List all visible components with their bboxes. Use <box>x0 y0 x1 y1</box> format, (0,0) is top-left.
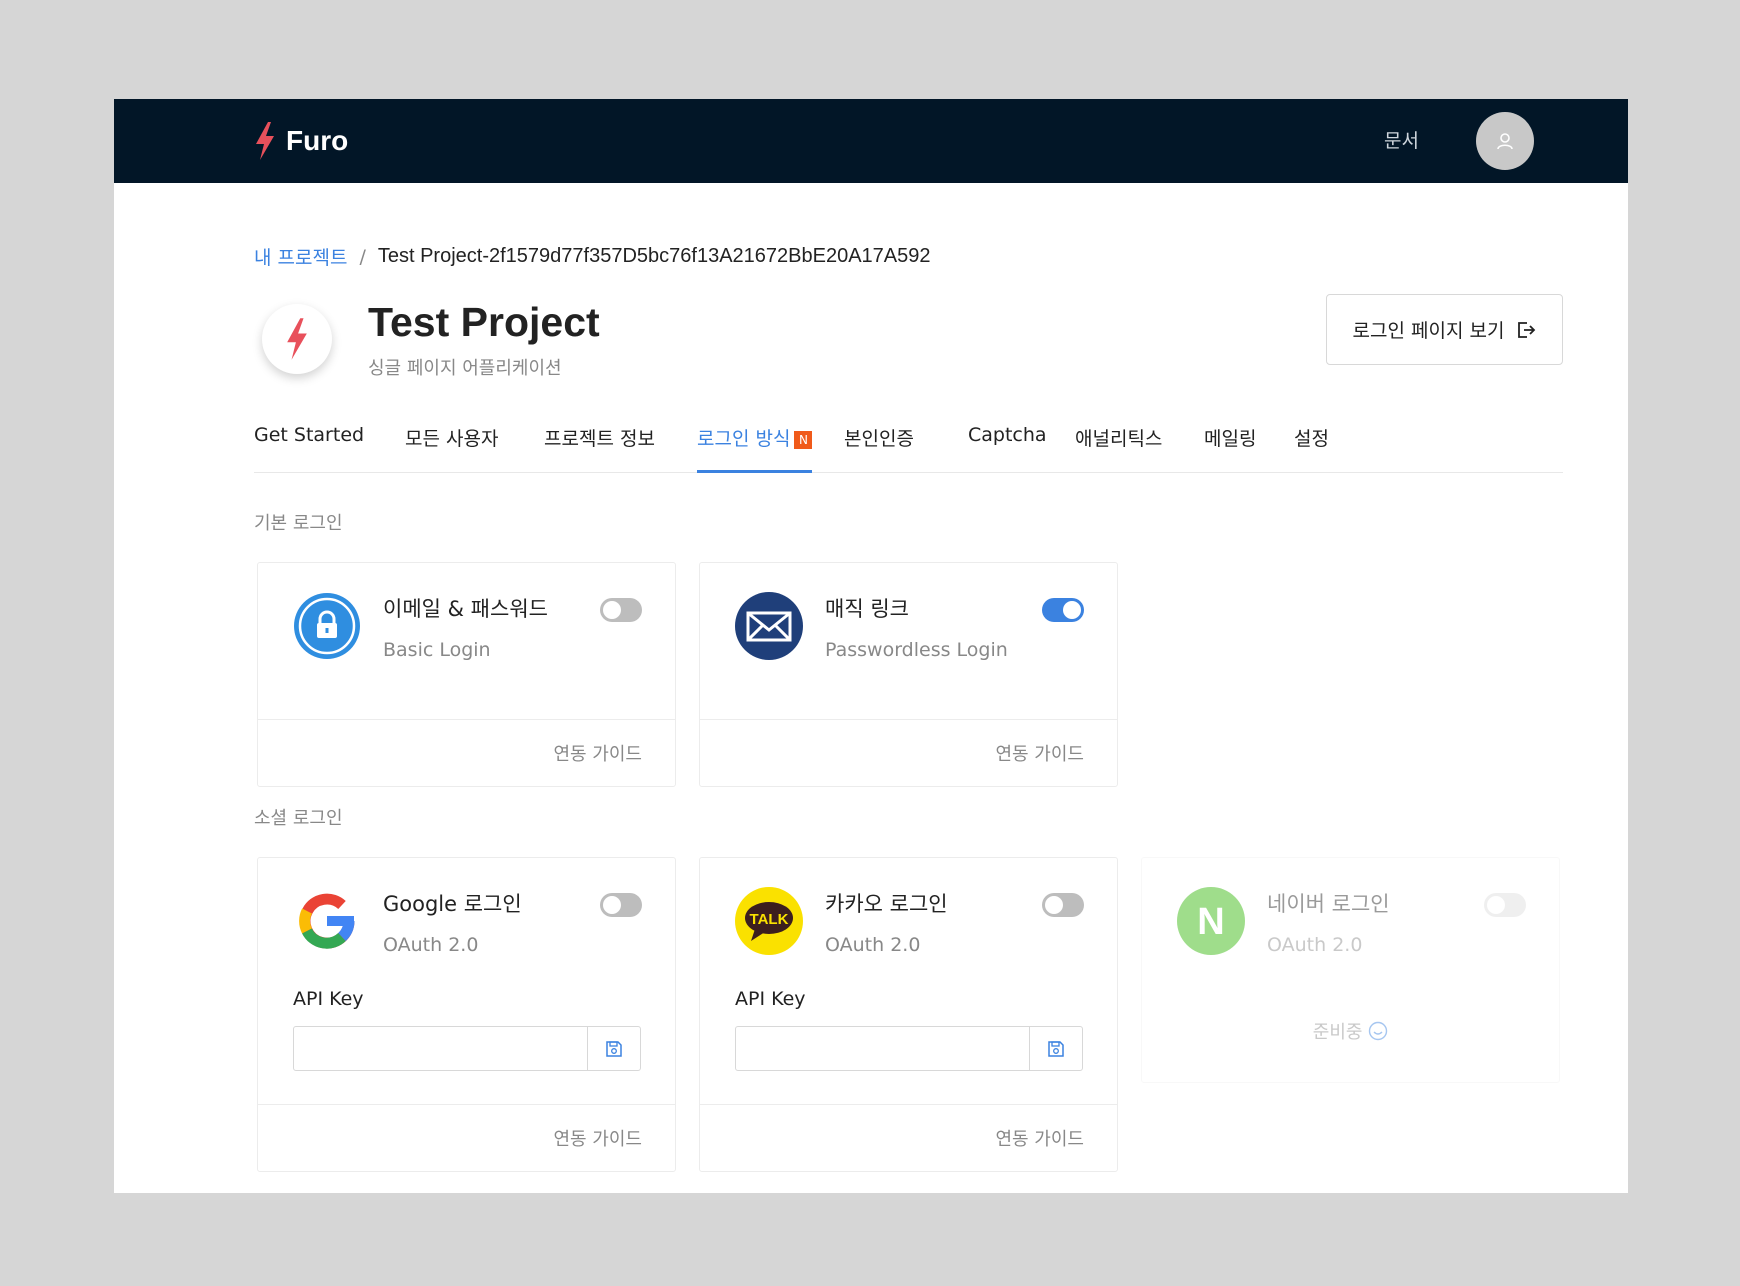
card-title: 이메일 & 패스워드 <box>383 597 548 621</box>
card-title: Google 로그인 <box>383 892 522 916</box>
smile-icon <box>1369 1021 1388 1041</box>
tab-get-started[interactable]: Get Started <box>254 424 364 473</box>
card-subtitle: Passwordless Login <box>825 639 1008 661</box>
tab-captcha[interactable]: Captcha <box>968 424 1047 473</box>
login-card-google: Google 로그인 OAuth 2.0 API Key 연동 가이드 <box>257 857 676 1172</box>
project-title: Test Project <box>368 299 600 345</box>
top-navbar: Furo 문서 <box>114 99 1628 183</box>
google-icon <box>293 887 361 955</box>
api-key-input[interactable] <box>736 1027 1029 1070</box>
docs-link[interactable]: 문서 <box>1384 126 1419 153</box>
card-subtitle: OAuth 2.0 <box>825 934 921 956</box>
bolt-icon <box>287 318 307 360</box>
new-badge: N <box>794 431 813 449</box>
tab-settings[interactable]: 설정 <box>1294 424 1329 473</box>
card-title: 네이버 로그인 <box>1267 892 1390 916</box>
api-key-field <box>735 1026 1083 1071</box>
tab-login-methods[interactable]: 로그인 방식 N <box>697 424 813 473</box>
breadcrumb: 내 프로젝트 / Test Project-2f1579d77f357D5bc7… <box>254 243 931 270</box>
user-icon <box>1497 133 1513 150</box>
login-card-email-password: 이메일 & 패스워드 Basic Login 연동 가이드 <box>257 562 676 787</box>
tab-label: 애널리틱스 <box>1075 428 1163 450</box>
naver-icon: N <box>1177 887 1245 955</box>
api-key-label: API Key <box>735 988 806 1010</box>
integration-guide-link[interactable]: 연동 가이드 <box>995 740 1084 766</box>
login-card-naver: N 네이버 로그인 OAuth 2.0 준비중 <box>1141 857 1560 1083</box>
enable-toggle <box>1484 893 1526 917</box>
tab-identity-verification[interactable]: 본인인증 <box>844 424 914 473</box>
mail-icon <box>735 592 803 660</box>
toggle-knob <box>603 601 621 619</box>
integration-guide-link[interactable]: 연동 가이드 <box>995 1125 1084 1151</box>
breadcrumb-current: Test Project-2f1579d77f357D5bc76f13A2167… <box>377 245 931 267</box>
toggle-knob <box>1045 896 1063 914</box>
save-icon <box>606 1040 622 1057</box>
tab-label: Get Started <box>254 424 365 446</box>
tab-label: 메일링 <box>1204 428 1257 450</box>
tab-label: 로그인 방식 <box>697 428 791 450</box>
api-key-label: API Key <box>293 988 364 1010</box>
login-card-magic-link: 매직 링크 Passwordless Login 연동 가이드 <box>699 562 1118 787</box>
tab-all-users[interactable]: 모든 사용자 <box>405 424 498 473</box>
api-key-input[interactable] <box>294 1027 587 1070</box>
view-login-page-label: 로그인 페이지 보기 <box>1352 320 1505 342</box>
naver-letter: N <box>1197 901 1224 943</box>
enable-toggle[interactable] <box>1042 893 1084 917</box>
bolt-icon <box>256 122 274 160</box>
save-api-key-button[interactable] <box>587 1027 640 1070</box>
save-api-key-button[interactable] <box>1029 1027 1082 1070</box>
enable-toggle[interactable] <box>600 893 642 917</box>
project-tabs: Get Started 모든 사용자 프로젝트 정보 로그인 방식 N 본인인증 … <box>254 424 1563 473</box>
section-basic-login-title: 기본 로그인 <box>254 513 343 534</box>
lock-icon <box>293 592 361 660</box>
card-footer: 연동 가이드 <box>700 1104 1117 1171</box>
card-footer: 연동 가이드 <box>258 719 675 786</box>
section-social-login-title: 소셜 로그인 <box>254 808 343 829</box>
card-footer: 연동 가이드 <box>258 1104 675 1171</box>
tab-label: Captcha <box>968 424 1047 446</box>
tab-label: 모든 사용자 <box>405 428 499 450</box>
brand-logo[interactable]: Furo <box>254 121 348 161</box>
coming-soon-status: 준비중 <box>1142 1018 1559 1044</box>
breadcrumb-my-projects-link[interactable]: 내 프로젝트 <box>254 243 347 270</box>
save-icon <box>1048 1040 1064 1057</box>
integration-guide-link[interactable]: 연동 가이드 <box>553 740 642 766</box>
card-subtitle: OAuth 2.0 <box>383 934 479 956</box>
card-title: 매직 링크 <box>825 597 909 621</box>
app-window: Furo 문서 내 프로젝트 / Test Project-2f1579d77f… <box>114 99 1628 1193</box>
breadcrumb-separator: / <box>359 245 366 268</box>
toggle-knob <box>1063 601 1081 619</box>
tab-mailing[interactable]: 메일링 <box>1204 424 1256 473</box>
external-link-icon <box>1518 321 1536 338</box>
project-subtitle: 싱글 페이지 어플리케이션 <box>368 358 562 379</box>
toggle-knob <box>603 896 621 914</box>
view-login-page-button[interactable]: 로그인 페이지 보기 <box>1326 294 1563 365</box>
tab-analytics[interactable]: 애널리틱스 <box>1075 424 1162 473</box>
tab-label: 본인인증 <box>844 428 914 450</box>
card-subtitle: OAuth 2.0 <box>1267 934 1363 956</box>
project-logo <box>262 304 332 374</box>
card-title: 카카오 로그인 <box>825 892 948 916</box>
card-footer: 연동 가이드 <box>700 719 1117 786</box>
enable-toggle[interactable] <box>600 598 642 622</box>
api-key-field <box>293 1026 641 1071</box>
toggle-knob <box>1487 896 1505 914</box>
kakao-talk-text: TALK <box>750 911 789 928</box>
kakao-talk-icon: TALK <box>735 887 803 955</box>
tab-label: 설정 <box>1294 428 1329 450</box>
coming-soon-label: 준비중 <box>1312 1022 1363 1043</box>
user-avatar-button[interactable] <box>1476 112 1534 170</box>
brand-name: Furo <box>286 125 349 156</box>
login-card-kakao: TALK 카카오 로그인 OAuth 2.0 API Key 연동 가이드 <box>699 857 1118 1172</box>
integration-guide-link[interactable]: 연동 가이드 <box>553 1125 642 1151</box>
tab-project-info[interactable]: 프로젝트 정보 <box>544 424 655 473</box>
enable-toggle[interactable] <box>1042 598 1084 622</box>
card-subtitle: Basic Login <box>383 639 491 661</box>
tab-label: 프로젝트 정보 <box>544 428 655 450</box>
